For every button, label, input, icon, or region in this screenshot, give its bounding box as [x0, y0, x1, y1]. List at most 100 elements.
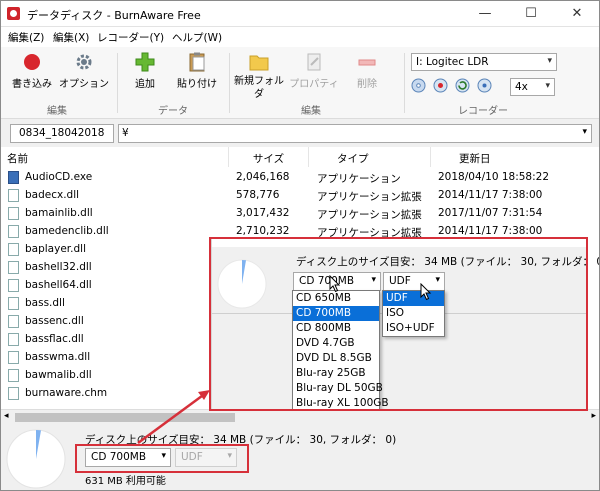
file-date-cell: 2014/11/17 7:38:00 [438, 225, 543, 237]
scroll-left-icon[interactable]: ◂ [4, 411, 9, 421]
dll-file-icon [8, 225, 19, 238]
dll-file-icon [8, 351, 19, 364]
group-divider [117, 53, 118, 113]
maximize-button[interactable]: ☐ [509, 1, 553, 27]
dll-file-icon [8, 243, 19, 256]
paste-button[interactable]: 貼り付け [174, 51, 220, 90]
chevron-down-icon: ▾ [582, 127, 587, 137]
file-name-cell: bamedenclib.dll [25, 225, 109, 237]
close-button[interactable]: ✕ [555, 1, 599, 27]
horizontal-scrollbar[interactable]: ◂ ▸ [1, 409, 599, 424]
plus-icon [134, 51, 156, 73]
disc-icon[interactable] [411, 78, 426, 93]
recorder-select[interactable]: I: Logitec LDR ▾ [411, 53, 557, 71]
window-title: データディスク - BurnAware Free [27, 9, 201, 22]
dll-file-icon [8, 297, 19, 310]
annotation-zoom-frame [209, 237, 588, 411]
column-header-name-label: 名前 [7, 153, 28, 165]
file-name-cell: bamainlib.dll [25, 207, 93, 219]
write-speed-select[interactable]: 4x ▾ [510, 78, 555, 96]
menu-recorder[interactable]: レコーダー(Y) [97, 30, 164, 45]
path-combobox[interactable]: ¥ ▾ [118, 124, 592, 143]
menu-edit-z[interactable]: 編集(Z) [8, 30, 44, 45]
file-date-cell: 2014/11/17 7:38:00 [438, 189, 543, 201]
disc-info-icon[interactable] [477, 78, 492, 93]
file-name-cell: bashell64.dll [25, 279, 92, 291]
app-window: データディスク - BurnAware Free — ☐ ✕ 編集(Z) 編集(… [0, 0, 600, 491]
group-label-recorder: レコーダー [458, 106, 508, 117]
dll-file-icon [8, 279, 19, 292]
column-header-size[interactable]: サイズ [229, 147, 309, 167]
column-header-type-label: タイプ [337, 153, 369, 165]
dll-file-icon [8, 333, 19, 346]
file-name-cell: basswma.dll [25, 351, 91, 363]
table-row[interactable]: AudioCD.exe 2,046,168 アプリケーション 2018/04/10 1… [1, 169, 599, 187]
new-folder-button[interactable]: 新規フォルダ [231, 51, 287, 101]
erase-disc-icon[interactable] [433, 78, 448, 93]
dll-file-icon [8, 315, 19, 328]
column-header-size-label: サイズ [252, 153, 285, 165]
add-button[interactable]: 追加 [129, 51, 161, 90]
dll-file-icon [8, 369, 19, 382]
file-name-cell: burnaware.chm [25, 387, 108, 399]
path-bar: 0834_18042018 ¥ ▾ [1, 119, 599, 147]
chevron-down-icon: ▾ [545, 81, 550, 91]
column-header-type[interactable]: タイプ [309, 147, 431, 167]
group-label-edit2: 編集 [301, 106, 321, 117]
file-date-cell: 2018/04/10 18:58:22 [438, 171, 550, 183]
clipboard-icon [186, 51, 208, 73]
group-divider [404, 53, 405, 113]
column-header-date[interactable]: 更新日 [431, 147, 599, 167]
burn-button-label: 書き込み [12, 79, 52, 90]
column-header-date-label: 更新日 [459, 153, 491, 165]
toolbar: 書き込み オプション 編集 追加 貼り付け データ 新規フォルダ プロパティ 削… [1, 47, 599, 119]
menu-edit-x[interactable]: 編集(X) [53, 30, 89, 45]
file-type-cell: アプリケーション拡張 [317, 191, 422, 203]
group-divider [229, 53, 230, 113]
file-size-cell: 578,776 [236, 189, 280, 201]
dll-file-icon [8, 261, 19, 274]
file-type-cell: アプリケーション [317, 173, 401, 185]
file-name-cell: bashell32.dll [25, 261, 92, 273]
file-name-cell: bass.dll [25, 297, 65, 309]
file-name-cell: bassflac.dll [25, 333, 84, 345]
delete-button-label: 削除 [357, 79, 377, 90]
dll-file-icon [8, 207, 19, 220]
disc-name-input[interactable]: 0834_18042018 [10, 124, 114, 143]
burn-button[interactable]: 書き込み [9, 51, 55, 90]
file-name-cell: bassenc.dll [25, 315, 84, 327]
table-row[interactable]: badecx.dll 578,776 アプリケーション拡張 2014/11/17 7:… [1, 187, 599, 205]
table-row[interactable]: bamainlib.dll 3,017,432 アプリケーション拡張 2017/11/… [1, 205, 599, 223]
help-file-icon [8, 387, 19, 400]
delete-button[interactable]: 削除 [352, 51, 382, 90]
path-value: ¥ [122, 127, 129, 139]
minimize-button[interactable]: — [463, 1, 507, 27]
scroll-right-icon[interactable]: ▸ [591, 411, 596, 421]
group-label-data: データ [158, 106, 188, 117]
add-button-label: 追加 [135, 79, 155, 90]
file-name-cell: bawmalib.dll [25, 369, 92, 381]
file-name-cell: baplayer.dll [25, 243, 86, 255]
annotation-arrow-icon [137, 390, 210, 445]
refresh-icon[interactable] [455, 78, 470, 93]
properties-icon [303, 51, 325, 73]
file-size-cell: 2,046,168 [236, 171, 290, 183]
column-header-name[interactable]: 名前 [1, 147, 229, 167]
annotation-source-frame [75, 444, 249, 473]
write-speed-value: 4x [515, 81, 528, 93]
file-type-cell: アプリケーション拡張 [317, 209, 422, 221]
options-button-label: オプション [59, 79, 109, 90]
menu-help[interactable]: ヘルプ(W) [172, 30, 222, 45]
minus-icon [356, 51, 378, 73]
disc-usage-pie [6, 429, 66, 489]
file-size-cell: 3,017,432 [236, 207, 290, 219]
recorder-select-value: I: Logitec LDR [416, 56, 489, 68]
group-label-edit: 編集 [47, 106, 67, 117]
chevron-down-icon: ▾ [547, 56, 552, 66]
file-name-cell: badecx.dll [25, 189, 80, 201]
properties-button[interactable]: プロパティ [288, 51, 340, 90]
title-bar: データディスク - BurnAware Free — ☐ ✕ [1, 1, 599, 27]
options-button[interactable]: オプション [59, 51, 109, 90]
dll-file-icon [8, 189, 19, 202]
properties-button-label: プロパティ [289, 79, 339, 90]
